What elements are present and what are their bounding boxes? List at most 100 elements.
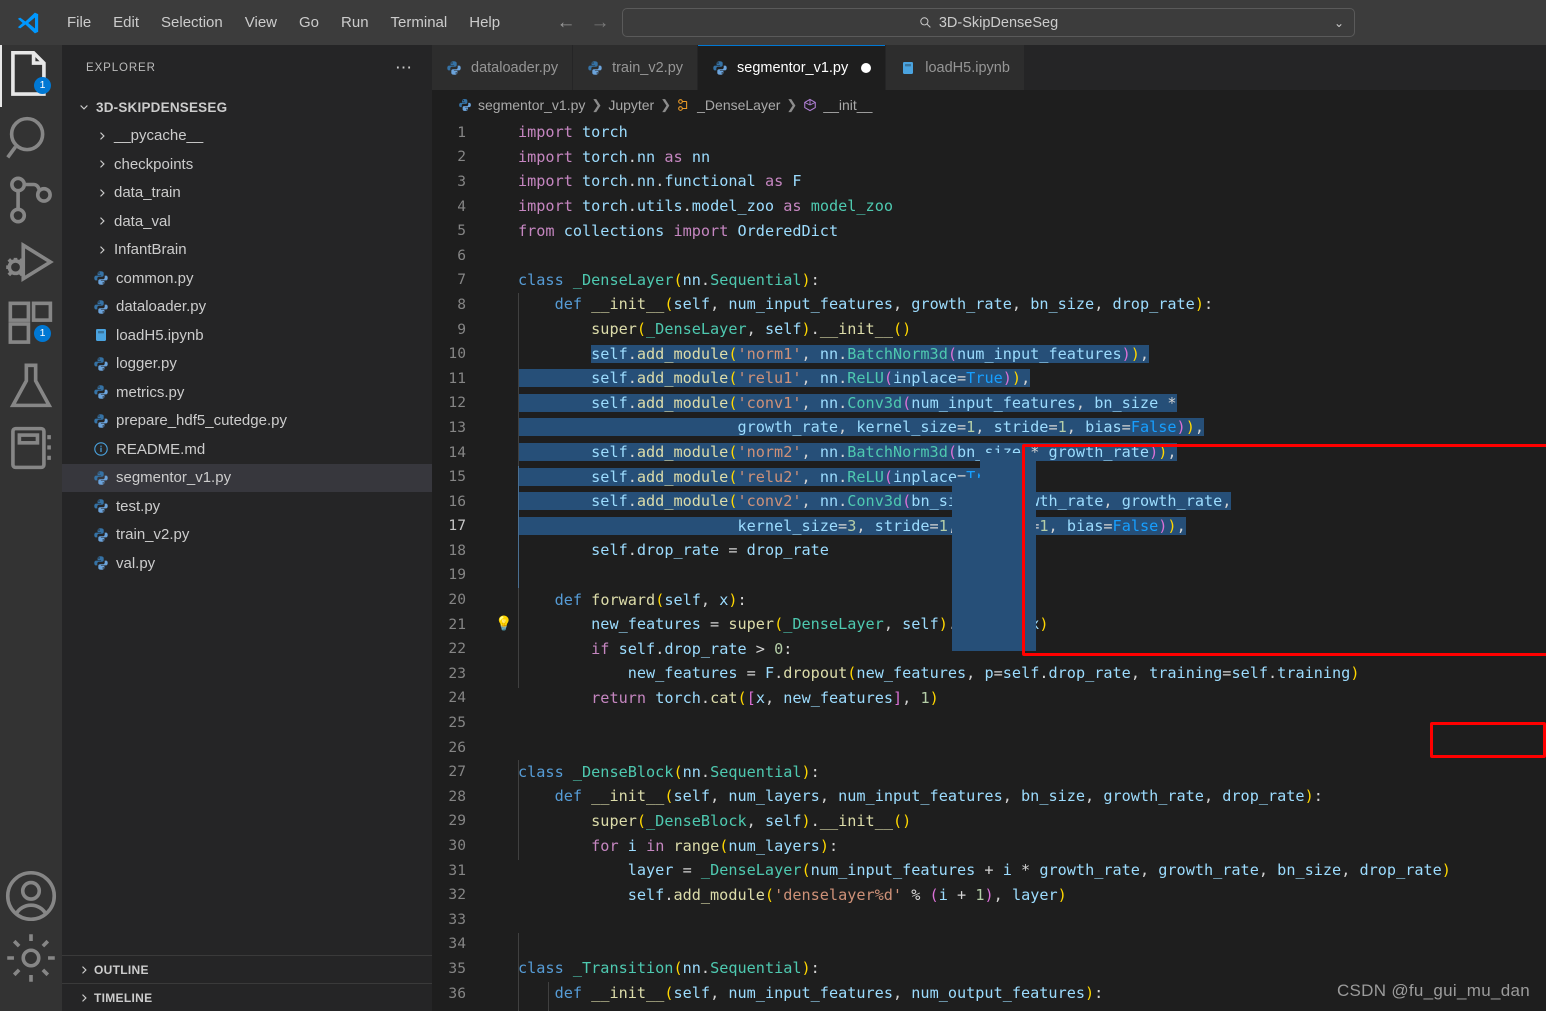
activity-notebook[interactable] bbox=[0, 417, 62, 479]
code-line: 30 for i in range(num_layers): bbox=[432, 833, 1546, 858]
title-bar: File Edit Selection View Go Run Terminal… bbox=[0, 0, 1546, 45]
vscode-logo-icon bbox=[0, 10, 56, 36]
tree-item-label: test.py bbox=[116, 497, 161, 515]
code-line: 6 bbox=[432, 243, 1546, 268]
ellipsis-icon[interactable]: ⋯ bbox=[395, 59, 424, 76]
line-number: 12 bbox=[448, 394, 466, 412]
activity-search[interactable] bbox=[0, 107, 62, 169]
code-editor[interactable]: 1 import torch 2 import torch.nn as nn 3 im… bbox=[432, 120, 1546, 1011]
breadcrumb-label: Jupyter bbox=[608, 97, 655, 113]
tree-item-infantbrain[interactable]: InfantBrain bbox=[62, 236, 432, 265]
chevron-right-icon: ❯ bbox=[660, 97, 672, 112]
line-number: 32 bbox=[448, 886, 466, 904]
line-number: 35 bbox=[448, 959, 466, 977]
menu-selection[interactable]: Selection bbox=[150, 10, 234, 35]
tree-item-label: dataloader.py bbox=[116, 298, 207, 316]
menu-run[interactable]: Run bbox=[330, 10, 380, 35]
chevron-right-icon: ❯ bbox=[786, 97, 798, 112]
tree-item-label: prepare_hdf5_cutedge.py bbox=[116, 412, 287, 430]
activity-explorer[interactable]: 1 bbox=[0, 45, 62, 107]
code-line: 11 self.add_module('relu1', nn.ReLU(inpl… bbox=[432, 366, 1546, 391]
breadcrumb-label: _DenseLayer bbox=[697, 97, 781, 113]
menu-go[interactable]: Go bbox=[288, 10, 330, 35]
activity-run-and-debug[interactable] bbox=[0, 231, 62, 293]
tab-label: loadH5.ipynb bbox=[925, 59, 1010, 76]
tree-item-prepare-hdf5-cutedge-py[interactable]: prepare_hdf5_cutedge.py bbox=[62, 407, 432, 436]
run-debug-icon bbox=[6, 241, 54, 283]
tree-item-data-val[interactable]: data_val bbox=[62, 207, 432, 236]
breadcrumb: segmentor_v1.py ❯ Jupyter ❯ _DenseLayer … bbox=[432, 90, 1546, 120]
tree-item-checkpoints[interactable]: checkpoints bbox=[62, 150, 432, 179]
notebook-icon bbox=[11, 426, 51, 470]
tree-item-pycache[interactable]: __pycache__ bbox=[62, 122, 432, 151]
activity-source-control[interactable] bbox=[0, 169, 62, 231]
tree-item-train-v2-py[interactable]: train_v2.py bbox=[62, 521, 432, 550]
tree-item-segmentor-v1-py[interactable]: segmentor_v1.py bbox=[62, 463, 432, 492]
notebook-file-icon bbox=[88, 327, 114, 343]
tree-item-label: __pycache__ bbox=[114, 127, 204, 145]
chevron-right-icon bbox=[92, 244, 112, 256]
code-line: 13 growth_rate, kernel_size=1, stride=1,… bbox=[432, 415, 1546, 440]
tab-dataloader-py[interactable]: dataloader.py bbox=[432, 45, 574, 90]
menu-help[interactable]: Help bbox=[458, 10, 511, 35]
tab-loadh5-ipynb[interactable]: loadH5.ipynb bbox=[886, 45, 1025, 90]
python-file-icon bbox=[713, 60, 727, 75]
breadcrumb-label: segmentor_v1.py bbox=[478, 97, 586, 113]
arrow-right-icon[interactable]: → bbox=[590, 13, 610, 32]
tree-item-common-py[interactable]: common.py bbox=[62, 264, 432, 293]
breadcrumb-file[interactable]: segmentor_v1.py bbox=[458, 97, 585, 113]
tree-item-label: logger.py bbox=[116, 355, 177, 373]
activity-testing[interactable] bbox=[0, 355, 62, 417]
file-tree: 3D-SKIPDENSESEG __pycache__ checkpoints bbox=[62, 91, 432, 955]
line-number: 25 bbox=[448, 714, 466, 732]
tree-item-dataloader-py[interactable]: dataloader.py bbox=[62, 293, 432, 322]
tree-item-test-py[interactable]: test.py bbox=[62, 492, 432, 521]
python-file-icon bbox=[459, 99, 471, 111]
tab-dirty-indicator[interactable] bbox=[861, 62, 872, 73]
tree-item-data-train[interactable]: data_train bbox=[62, 179, 432, 208]
arrow-left-icon[interactable]: ← bbox=[556, 13, 576, 32]
activity-extensions[interactable]: 1 bbox=[0, 293, 62, 355]
tree-item-loadh5-ipynb[interactable]: loadH5.ipynb bbox=[62, 321, 432, 350]
search-icon bbox=[920, 17, 931, 28]
chevron-down-icon bbox=[74, 101, 94, 113]
navigation-arrows: ← → bbox=[556, 0, 610, 45]
lightbulb-icon[interactable]: 💡 bbox=[495, 616, 512, 632]
tree-item-logger-py[interactable]: logger.py bbox=[62, 350, 432, 379]
files-icon bbox=[11, 50, 46, 96]
tree-root-3d-skipdenseseg[interactable]: 3D-SKIPDENSESEG bbox=[62, 93, 432, 122]
tab-train-v2-py[interactable]: train_v2.py bbox=[573, 45, 699, 90]
explorer-badge: 1 bbox=[34, 77, 51, 94]
activity-accounts[interactable] bbox=[0, 865, 62, 927]
menu-view[interactable]: View bbox=[234, 10, 288, 35]
sidebar-panel-timeline[interactable]: TIMELINE bbox=[62, 983, 432, 1011]
line-number: 3 bbox=[457, 172, 466, 190]
tab-segmentor-v1-py[interactable]: segmentor_v1.py bbox=[698, 45, 887, 90]
tree-item-val-py[interactable]: val.py bbox=[62, 549, 432, 578]
editor-group: dataloader.py train_v2.py segmentor_v1.p… bbox=[432, 45, 1546, 1011]
tree-item-metrics-py[interactable]: metrics.py bbox=[62, 378, 432, 407]
code-line: 23 new_features = F.dropout(new_features… bbox=[432, 661, 1546, 686]
chevron-down-icon[interactable]: ⌄ bbox=[1334, 16, 1344, 30]
quick-input-search[interactable]: 3D-SkipDenseSeg ⌄ bbox=[622, 8, 1355, 37]
watermark-text: CSDN @fu_gui_mu_dan bbox=[1336, 981, 1530, 1000]
tree-item-label: InfantBrain bbox=[114, 241, 187, 259]
code-line: 34 bbox=[432, 932, 1546, 957]
python-file-icon bbox=[88, 299, 114, 315]
menu-edit[interactable]: Edit bbox=[102, 10, 150, 35]
line-number: 4 bbox=[457, 197, 466, 215]
breadcrumb-init[interactable]: __init__ bbox=[803, 97, 872, 113]
line-number: 18 bbox=[448, 541, 466, 559]
line-number: 30 bbox=[448, 837, 466, 855]
tree-item-readme-md[interactable]: README.md bbox=[62, 435, 432, 464]
code-line: 29 super(_DenseBlock, self).__init__() bbox=[432, 809, 1546, 834]
breadcrumb-jupyter[interactable]: Jupyter bbox=[608, 97, 654, 113]
menu-terminal[interactable]: Terminal bbox=[380, 10, 459, 35]
quick-input-value: 3D-SkipDenseSeg bbox=[938, 14, 1059, 31]
activity-manage[interactable] bbox=[0, 927, 62, 989]
breadcrumb-denselayer[interactable]: _DenseLayer bbox=[677, 97, 780, 113]
chevron-right-icon bbox=[92, 215, 112, 227]
sidebar-panel-outline[interactable]: OUTLINE bbox=[62, 955, 432, 983]
line-number: 23 bbox=[448, 664, 466, 682]
menu-file[interactable]: File bbox=[56, 10, 102, 35]
